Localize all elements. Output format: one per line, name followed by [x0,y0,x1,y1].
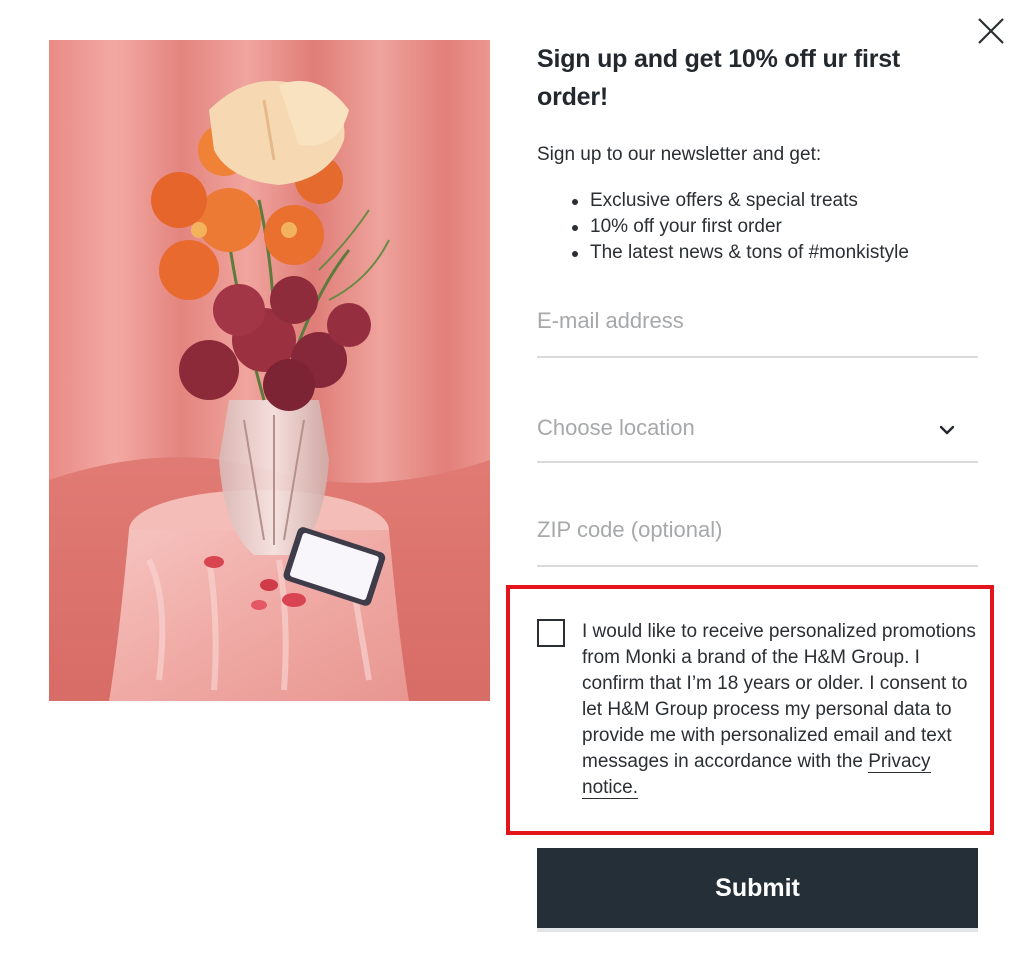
bullet-icon [572,199,578,205]
bullet-icon [572,251,578,257]
newsletter-popup: Sign up and get 10% off ur first order! … [0,0,1024,957]
email-field[interactable] [537,299,978,343]
submit-button[interactable]: Submit [537,848,978,928]
benefit-label: The latest news & tons of #monkistyle [590,242,909,263]
benefit-item: Exclusive offers & special treats [572,188,909,214]
consent-checkbox[interactable] [537,619,565,647]
popup-heading: Sign up and get 10% off ur first order! [537,45,901,111]
benefit-label: 10% off your first order [590,216,782,237]
intro-text: Sign up to our newsletter and get: [537,144,822,165]
zip-field[interactable] [537,508,978,552]
benefits-list: Exclusive offers & special treats 10% of… [572,188,909,266]
consent-body: I would like to receive personalized pro… [582,621,976,772]
location-select-value: Choose location [537,415,695,440]
close-icon [978,18,1004,44]
bullet-icon [572,225,578,231]
promo-photo [49,40,490,701]
consent-text: I would like to receive personalized pro… [582,619,977,801]
email-field-wrapper [537,299,978,358]
zip-field-wrapper [537,508,978,567]
benefit-item: The latest news & tons of #monkistyle [572,240,909,266]
benefit-item: 10% off your first order [572,214,909,240]
benefit-label: Exclusive offers & special treats [590,190,858,211]
location-select[interactable]: Choose location [537,406,978,463]
chevron-down-icon [939,425,955,435]
close-button[interactable] [972,12,1010,50]
